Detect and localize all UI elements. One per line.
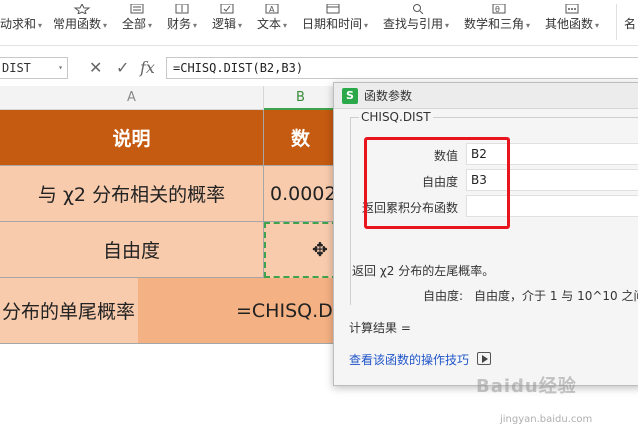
math-icon: θ: [492, 4, 506, 14]
function-description: 返回 χ2 分布的左尾概率。: [352, 264, 495, 278]
text-icon: A: [265, 4, 279, 14]
cell-a3[interactable]: 自由度: [0, 222, 264, 278]
chevron-down-icon: ▾: [238, 21, 243, 30]
param-help-label: 自由度:: [423, 289, 464, 303]
function-tips-link[interactable]: 查看该函数的操作技巧: [349, 351, 469, 368]
name-box-value: DIST: [2, 61, 31, 75]
datetime-icon: [326, 4, 340, 14]
chevron-down-icon[interactable]: ▾: [58, 58, 63, 78]
chevron-down-icon: ▾: [364, 21, 369, 30]
more-functions-icon: [565, 4, 579, 14]
star-function-icon: [73, 4, 91, 14]
math-label: 数学和三角: [464, 17, 525, 31]
logic-label: 逻辑: [212, 17, 237, 31]
cell-b2[interactable]: 0.0002: [264, 166, 338, 222]
name-box[interactable]: DIST ▾: [0, 57, 68, 79]
column-header-a[interactable]: A: [0, 86, 264, 110]
highlight-box: [364, 137, 510, 229]
logic-icon: [220, 4, 234, 14]
cell-a2[interactable]: 与 χ2 分布相关的概率: [0, 166, 264, 222]
svg-text:A: A: [269, 5, 275, 14]
autosum-label: 动求和: [0, 17, 37, 31]
chevron-down-icon: ▾: [38, 21, 43, 30]
dialog-title: 函数参数: [364, 89, 413, 103]
cancel-icon[interactable]: ✕: [89, 58, 102, 78]
watermark-url: jingyan.baidu.com: [500, 414, 593, 425]
finance-label: 财务: [167, 17, 192, 31]
formula-bar: DIST ▾ ✕ ✓ fx =CHISQ.DIST(B2,B3): [0, 52, 638, 84]
move-cursor-icon: ✥: [312, 239, 328, 261]
chevron-down-icon: ▾: [595, 21, 600, 30]
common-functions-label: 常用函数: [53, 17, 102, 31]
dialog-titlebar[interactable]: S 函数参数: [334, 83, 638, 109]
chevron-down-icon: ▾: [193, 21, 198, 30]
insert-function-icon[interactable]: fx: [140, 58, 155, 78]
name-manager-label: 名: [624, 17, 637, 31]
cell-b4[interactable]: =CHISQ.DI: [138, 278, 338, 344]
chevron-down-icon: ▾: [445, 21, 450, 30]
confirm-icon[interactable]: ✓: [116, 58, 129, 78]
function-name: CHISQ.DIST: [359, 110, 433, 124]
cell-b3[interactable]: ✥: [264, 222, 338, 278]
param-help-text: 自由度，介于 1 与 10^10 之间: [474, 289, 638, 303]
cell-a1[interactable]: 说明: [0, 110, 264, 166]
datetime-label: 日期和时间: [302, 17, 363, 31]
column-header-b[interactable]: B: [264, 86, 338, 110]
lookup-icon: [413, 4, 424, 14]
baidu-watermark: Baidu经验: [476, 376, 577, 397]
all-functions-label: 全部: [122, 17, 147, 31]
cell-b1[interactable]: 数: [264, 110, 338, 166]
chevron-down-icon: ▾: [526, 21, 531, 30]
all-functions-icon: [130, 4, 144, 14]
formula-input[interactable]: =CHISQ.DIST(B2,B3): [166, 57, 638, 79]
chevron-down-icon: ▾: [283, 21, 288, 30]
text-functions-label: 文本: [257, 17, 282, 31]
cell-a4[interactable]: 分布的单尾概率: [0, 278, 138, 344]
function-ribbon: 动求和 ▾ 常用函数 ▾ 全部 ▾ 财务 ▾ 逻辑 ▾ A 文本 ▾ 日期和时间 ▾ 查找与引…: [0, 0, 638, 46]
chevron-down-icon: ▾: [148, 21, 153, 30]
more-functions-label: 其他函数: [545, 17, 594, 31]
chevron-down-icon: ▾: [103, 21, 108, 30]
function-arguments-dialog: S 函数参数 CHISQ.DIST: [333, 82, 638, 386]
ribbon-divider: [616, 4, 617, 40]
video-play-icon[interactable]: [477, 352, 491, 365]
finance-icon: [175, 4, 189, 14]
lookup-label: 查找与引用: [383, 17, 444, 31]
result-label: 计算结果 =: [349, 321, 411, 335]
svg-text:θ: θ: [495, 5, 500, 14]
wps-logo-icon: S: [342, 88, 358, 104]
